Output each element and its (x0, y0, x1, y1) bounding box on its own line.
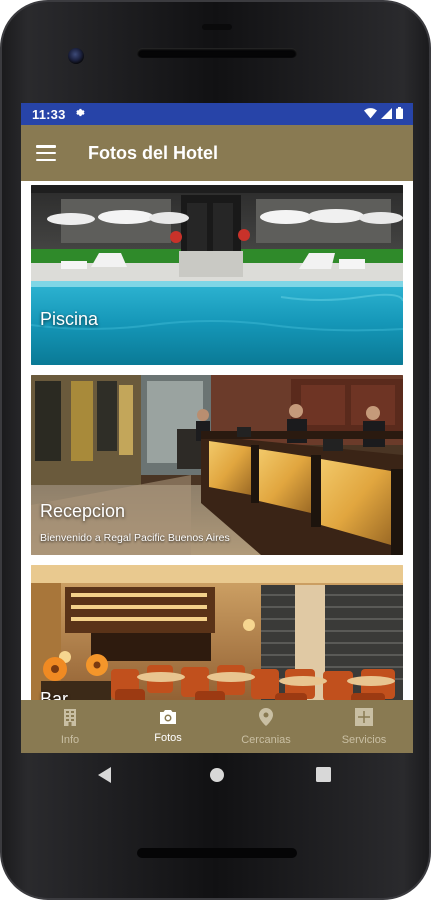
back-icon[interactable] (98, 767, 112, 788)
nav-item-cercanias[interactable]: Cercanias (217, 700, 315, 753)
phone-frame: 11:33 Fotos del Hotel Piscina Recepcion … (0, 0, 431, 900)
nav-label: Servicios (341, 733, 387, 746)
bottom-navigation: Info Fotos Cercanias Servicios (21, 700, 413, 753)
app-bar: Fotos del Hotel (21, 125, 413, 181)
card-subcaption: Bienvenido a Regal Pacific Buenos Aires (40, 532, 230, 544)
status-bar: 11:33 (21, 103, 413, 125)
battery-icon (396, 106, 403, 122)
nav-item-fotos[interactable]: Fotos (119, 700, 217, 753)
camera-icon (159, 709, 177, 729)
settings-icon (74, 107, 85, 121)
system-navigation-bar (2, 753, 431, 803)
screen: 11:33 Fotos del Hotel Piscina Recepcion … (21, 103, 413, 753)
card-caption: Bar (40, 689, 69, 700)
services-icon (355, 707, 373, 731)
bottom-speaker (137, 848, 297, 858)
location-pin-icon (259, 707, 273, 731)
status-time: 11:33 (32, 106, 66, 122)
front-camera (68, 48, 84, 64)
photo-gallery[interactable]: Piscina Recepcion Bienvenido a Regal Pac… (21, 181, 413, 700)
card-caption: Recepcion (40, 501, 126, 521)
home-icon[interactable] (209, 767, 225, 788)
phone-top-slit (202, 24, 232, 30)
wifi-icon (364, 107, 377, 122)
gallery-card-recepcion[interactable]: Recepcion Bienvenido a Regal Pacific Bue… (31, 375, 403, 555)
nav-label: Fotos (154, 732, 182, 744)
building-icon (62, 708, 78, 731)
menu-icon[interactable] (36, 145, 56, 161)
nav-item-servicios[interactable]: Servicios (315, 700, 413, 753)
nav-label: Info (60, 733, 80, 746)
nav-label: Cercanias (241, 733, 291, 746)
pool-photo (31, 185, 403, 365)
earpiece-speaker (137, 48, 297, 58)
gallery-card-piscina[interactable]: Piscina (31, 185, 403, 365)
nav-item-info[interactable]: Info (21, 700, 119, 753)
page-title: Fotos del Hotel (88, 142, 218, 163)
signal-icon (381, 107, 392, 122)
gallery-card-bar[interactable]: Bar (31, 565, 403, 700)
reception-photo (31, 375, 403, 555)
bar-photo (31, 565, 403, 700)
recents-icon[interactable] (316, 767, 331, 787)
card-caption: Piscina (40, 309, 99, 329)
